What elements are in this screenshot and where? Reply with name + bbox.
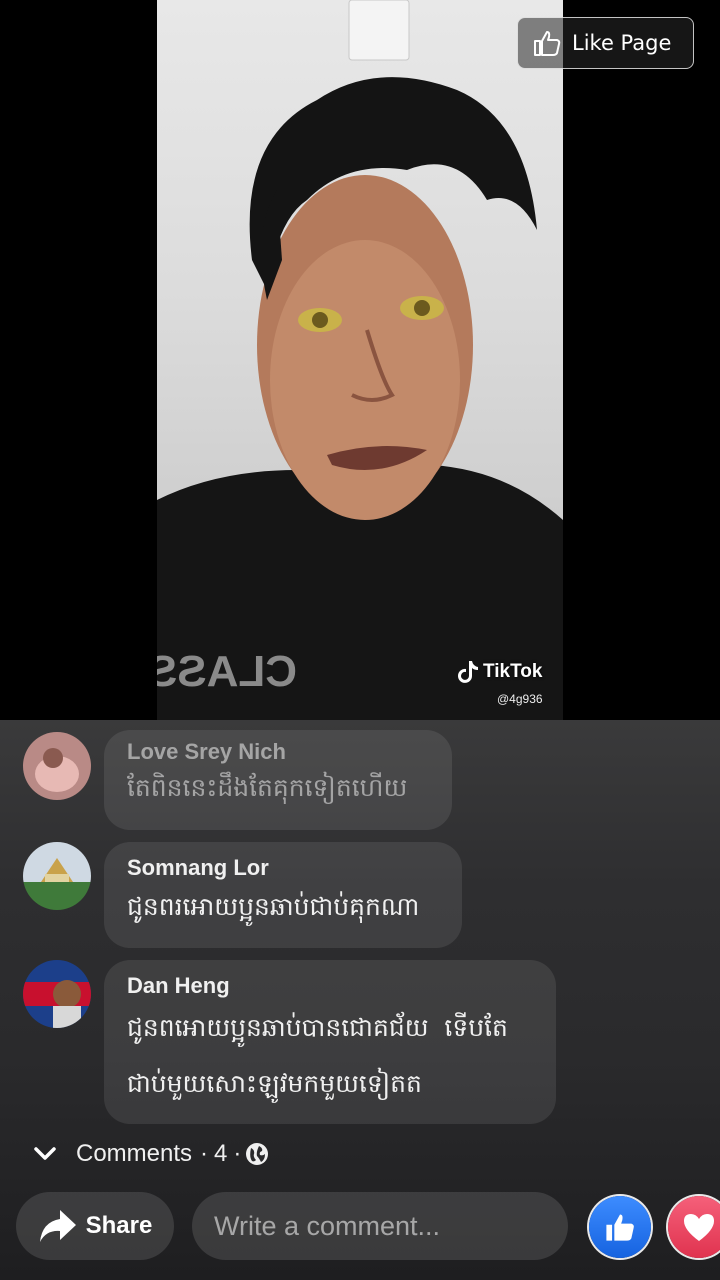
comment-text: ជូនពរអោយប្អូនឆាប់ជាប់គុកណា — [127, 892, 420, 921]
tiktok-watermark: TikTok — [457, 660, 542, 684]
comments-count: 4 — [214, 1140, 228, 1167]
video-frame: CLASSIC TikTok @4g936 — [157, 0, 563, 720]
bottom-action-bar: Share — [0, 1190, 720, 1264]
comment-author[interactable]: Dan Heng — [127, 972, 532, 1000]
like-reaction-button[interactable] — [589, 1196, 651, 1258]
avatar[interactable] — [23, 960, 91, 1028]
like-page-label: Like Page — [572, 31, 672, 55]
globe-icon — [246, 1143, 269, 1165]
comments-toggle[interactable]: Comments · 4 · — [34, 1140, 269, 1168]
share-arrow-icon — [39, 1210, 76, 1242]
comment-author[interactable]: Love Srey Nich — [127, 738, 428, 766]
comment-text: តែពិននេះដឹងតែគុកទៀតហើយ — [127, 773, 408, 802]
thumbs-up-icon — [606, 1214, 634, 1241]
shirt-print: CLASSIC — [157, 647, 297, 696]
comment-bubble[interactable]: Dan Heng ជូនពអោយប្អូនឆាប់បានជោគជ័យ ទើបតែ… — [104, 960, 556, 1124]
chevron-down-icon — [34, 1147, 56, 1160]
comments-label: Comments — [76, 1140, 193, 1167]
video-player[interactable]: CLASSIC TikTok @4g936 Like Page — [0, 0, 720, 720]
heart-icon — [684, 1214, 714, 1241]
avatar[interactable] — [23, 842, 91, 910]
avatar-image — [23, 960, 91, 1028]
separator: · — [233, 1140, 242, 1167]
comment-author[interactable]: Somnang Lor — [127, 854, 438, 882]
love-reaction-button[interactable] — [668, 1196, 720, 1258]
comment-bubble[interactable]: Love Srey Nich តែពិននេះដឹងតែគុកទៀតហើយ — [104, 730, 452, 830]
comment-input[interactable] — [192, 1192, 568, 1260]
share-button[interactable]: Share — [16, 1192, 174, 1260]
tiktok-handle: @4g936 — [497, 692, 543, 706]
thumbs-up-icon — [534, 31, 561, 56]
separator: · — [200, 1140, 209, 1167]
share-label: Share — [85, 1212, 153, 1239]
tiktok-brand: TikTok — [483, 661, 543, 682]
tiktok-icon — [458, 661, 478, 683]
video-person-illustration: CLASSIC — [157, 0, 563, 720]
comment-text-line: ជូនពអោយប្អូនឆាប់បានជោគជ័យ ទើបតែ — [127, 1013, 508, 1042]
like-page-button[interactable]: Like Page — [517, 17, 694, 69]
avatar-image — [23, 732, 91, 800]
comment-bubble[interactable]: Somnang Lor ជូនពរអោយប្អូនឆាប់ជាប់គុកណា — [104, 842, 462, 948]
avatar-image — [23, 842, 91, 910]
comment-text-line: ជាប់មួយសោះឡូវមកមួយទៀតត — [127, 1069, 422, 1098]
avatar[interactable] — [23, 732, 91, 800]
